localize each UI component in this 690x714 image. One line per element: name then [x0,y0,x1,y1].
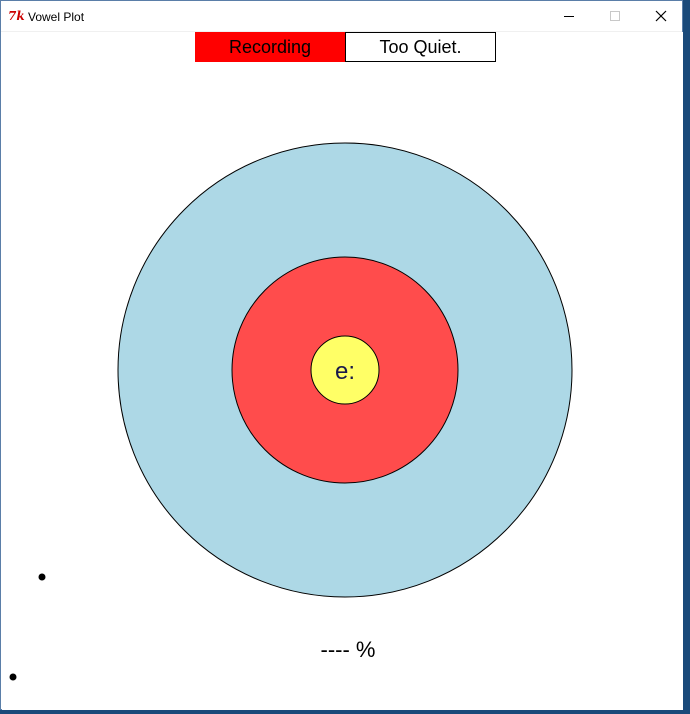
maximize-icon [610,11,620,21]
minimize-icon [564,16,574,17]
close-icon [655,10,667,22]
marker-dot [9,673,17,681]
plot-canvas-area: e: Recording Too Quiet. ---- % [2,32,683,710]
volume-status-label: Too Quiet. [345,32,496,62]
vowel-target-plot: e: [9,142,573,681]
close-button[interactable] [638,1,684,31]
title-bar[interactable]: 7k Vowel Plot [1,1,682,32]
score-percent: ---- % [320,637,376,662]
recording-status-label: Recording [195,32,345,62]
minimize-button[interactable] [546,1,592,31]
vowel-plot-window: 7k Vowel Plot e: Recording Too Quiet. --… [0,0,683,710]
marker-dot [38,573,46,581]
target-vowel-label: e: [335,358,355,385]
tk-feather-icon: 7k [8,9,25,23]
window-title: Vowel Plot [28,10,85,24]
maximize-button[interactable] [592,1,638,31]
